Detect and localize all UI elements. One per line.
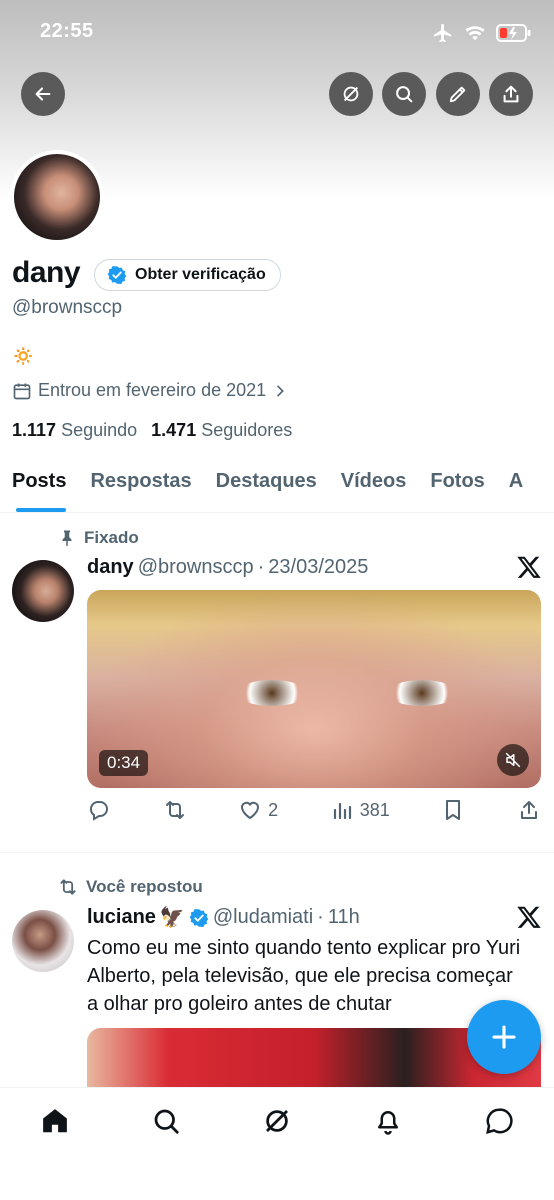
video-eye-left — [237, 680, 307, 706]
post-separator: · — [257, 556, 265, 578]
view-count: 381 — [359, 799, 390, 820]
compose-button[interactable] — [467, 1000, 541, 1074]
plus-icon — [492, 1025, 516, 1049]
grok-button[interactable] — [329, 72, 373, 116]
post-handle: @brownsccp — [137, 556, 254, 578]
search-icon — [396, 86, 413, 103]
pinned-label-row: Fixado — [58, 528, 139, 548]
following-count: 1.117 — [12, 420, 57, 440]
repost-label-row: Você repostou — [58, 877, 203, 897]
tab-photos[interactable]: Fotos — [418, 462, 496, 512]
followers-count: 1.471 — [151, 420, 197, 440]
following-label: Seguindo — [61, 420, 138, 440]
bottom-nav — [0, 1087, 554, 1200]
back-button[interactable] — [21, 72, 65, 116]
wifi-icon — [465, 26, 485, 41]
post-header: luciane 🦅 @ludamiati · 11h — [87, 905, 360, 930]
mute-icon — [505, 752, 521, 768]
post-date: 23/03/2025 — [268, 556, 369, 578]
pin-icon — [62, 530, 72, 547]
nav-messages[interactable] — [482, 1104, 516, 1138]
pinned-label: Fixado — [84, 528, 139, 547]
follow-stats: 1.117 Seguindo 1.471 Seguidores — [12, 420, 292, 441]
nav-home[interactable] — [38, 1104, 72, 1138]
calendar-icon — [13, 383, 31, 399]
bookmark-icon — [446, 800, 461, 820]
post-handle: @ludamiati — [212, 906, 314, 928]
share-button[interactable] — [489, 72, 533, 116]
post-text: Como eu me sinto quando tento explicar p… — [87, 937, 521, 1015]
profile-avatar[interactable] — [10, 150, 104, 244]
tab-more[interactable]: A — [497, 462, 535, 512]
post-separator: · — [317, 906, 324, 928]
author-emoji: 🦅 — [159, 907, 185, 929]
airplane-icon — [433, 23, 452, 43]
profile-bio: 🔅 — [12, 346, 35, 366]
followers-link[interactable]: 1.471 Seguidores — [151, 420, 292, 441]
post-avatar[interactable] — [12, 560, 74, 622]
get-verified-label: Obter verificação — [135, 266, 266, 283]
grok-icon — [266, 1110, 288, 1132]
x-logo-icon[interactable] — [516, 904, 542, 935]
profile-tabs: Posts Respostas Destaques Vídeos Fotos A — [0, 462, 554, 513]
joined-label: Entrou em fevereiro de 2021 — [38, 380, 267, 400]
notifications-icon — [378, 1111, 398, 1135]
joined-date[interactable]: Entrou em fevereiro de 2021 — [12, 380, 288, 401]
tab-replies[interactable]: Respostas — [78, 462, 203, 512]
nav-notifications[interactable] — [371, 1104, 405, 1138]
post-avatar[interactable] — [12, 910, 74, 972]
repost-icon — [165, 801, 184, 819]
messages-icon — [486, 1108, 513, 1135]
post-author[interactable]: dany — [87, 556, 134, 579]
nav-grok[interactable] — [260, 1104, 294, 1138]
share-icon — [520, 801, 537, 819]
tab-posts[interactable]: Posts — [0, 462, 78, 512]
nav-search[interactable] — [149, 1104, 183, 1138]
video-eye-right — [387, 680, 457, 706]
post-actions: 2 381 — [87, 798, 541, 822]
post-divider — [0, 852, 554, 853]
following-link[interactable]: 1.117 Seguindo — [12, 420, 137, 441]
get-verified-button[interactable]: Obter verificação — [94, 259, 281, 291]
status-icons — [432, 22, 532, 44]
share-icon — [503, 85, 519, 103]
verified-badge-icon — [107, 266, 127, 285]
reply-icon — [90, 801, 108, 821]
views-icon — [333, 802, 351, 820]
video-frame — [87, 590, 541, 788]
x-logo-icon[interactable] — [516, 554, 542, 587]
battery-icon — [496, 24, 531, 42]
tab-videos[interactable]: Vídeos — [329, 462, 419, 512]
search-icon — [154, 1109, 179, 1134]
post-header: dany @brownsccp · 23/03/2025 — [87, 556, 368, 579]
repost-label: Você repostou — [86, 877, 203, 896]
home-icon — [43, 1109, 67, 1133]
repost-button[interactable] — [163, 798, 187, 822]
status-time: 22:55 — [40, 20, 94, 42]
profile-handle: @brownsccp — [12, 297, 123, 318]
like-icon — [241, 801, 260, 820]
tab-highlights[interactable]: Destaques — [204, 462, 329, 512]
edit-button[interactable] — [436, 72, 480, 116]
verified-badge-icon — [189, 908, 209, 927]
edit-icon — [449, 86, 466, 103]
views-button[interactable]: 381 — [330, 798, 390, 822]
post-date: 11h — [327, 906, 360, 928]
post-video[interactable]: 0:34 — [87, 590, 541, 788]
chevron-right-icon — [277, 385, 284, 396]
like-count: 2 — [268, 799, 279, 820]
like-button[interactable]: 2 — [238, 798, 278, 822]
search-button[interactable] — [382, 72, 426, 116]
back-arrow-icon — [35, 87, 51, 101]
post-author[interactable]: luciane — [87, 906, 156, 929]
reply-button[interactable] — [87, 798, 111, 822]
video-duration: 0:34 — [99, 750, 149, 776]
bookmark-button[interactable] — [441, 798, 465, 822]
profile-name: dany — [12, 256, 81, 289]
grok-icon — [343, 86, 359, 102]
repost-icon — [60, 879, 76, 895]
followers-label: Seguidores — [201, 420, 293, 440]
share-post-button[interactable] — [517, 798, 541, 822]
mute-button[interactable] — [497, 744, 529, 776]
